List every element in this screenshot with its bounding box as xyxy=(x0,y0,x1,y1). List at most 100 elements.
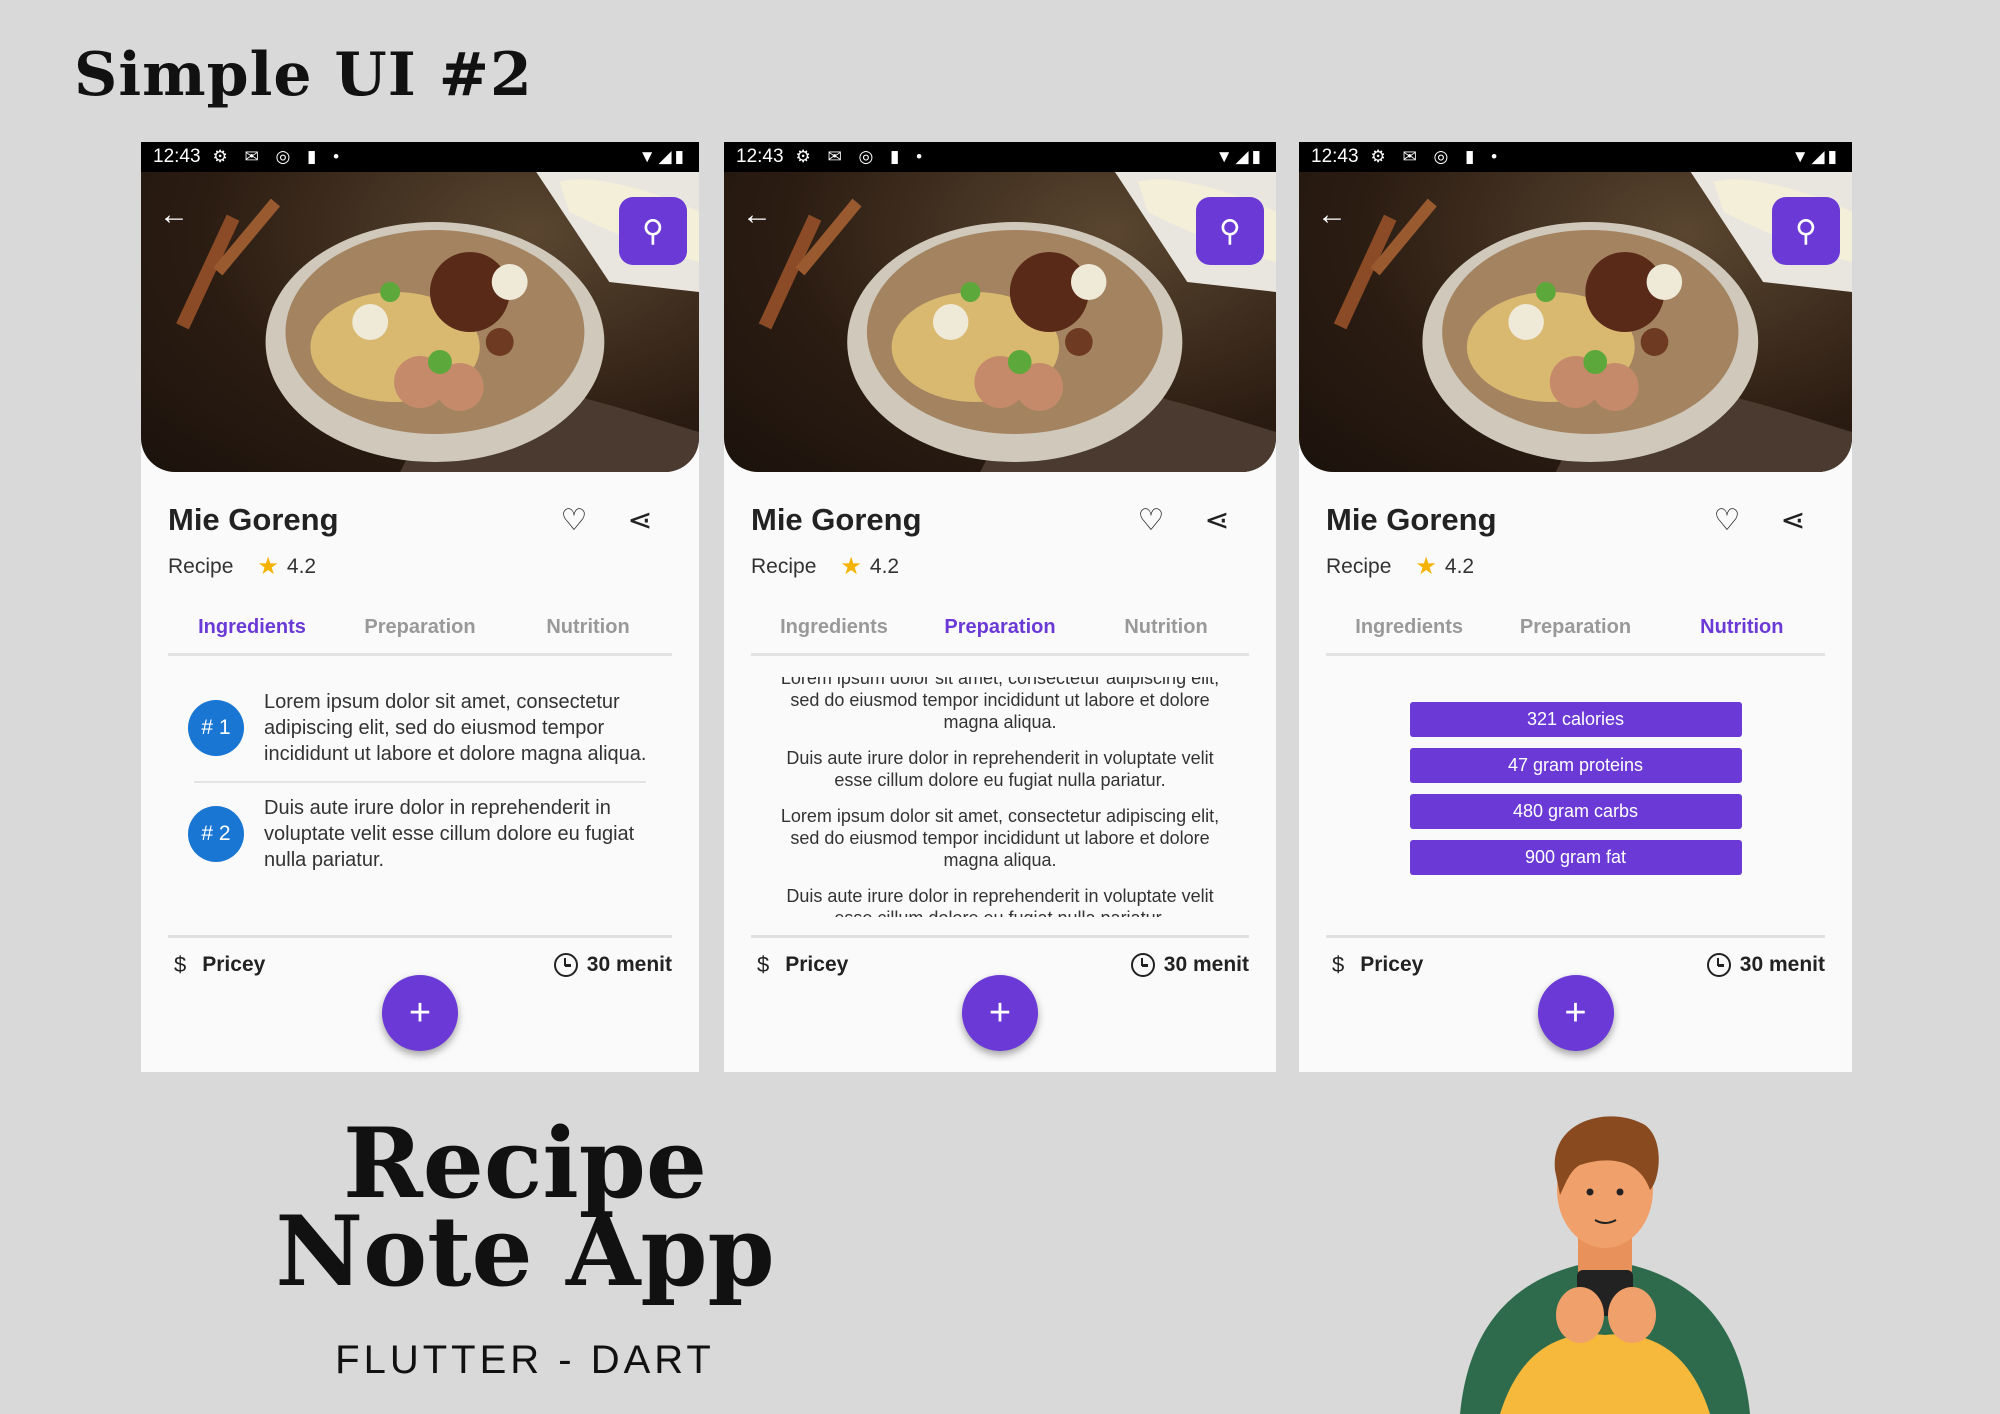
back-arrow-icon[interactable]: ← xyxy=(159,200,189,230)
phone-screen-nutrition: 12:43 ⚙ ✉ ◎ ▮ • ▼◢▮ ← ⚲ Mie Goreng ♡ ⋖ R… xyxy=(1299,142,1852,1072)
plus-icon: + xyxy=(1564,991,1587,1034)
status-bar: 12:43 ⚙ ✉ ◎ ▮ • ▼◢▮ xyxy=(724,142,1276,172)
status-system-icons: ▼◢▮ xyxy=(638,147,687,166)
search-icon: ⚲ xyxy=(1795,214,1817,248)
nutrition-chip: 47 gram proteins xyxy=(1409,748,1742,783)
recipe-rating: 4.2 xyxy=(286,554,317,578)
star-icon: ★ xyxy=(1415,553,1437,580)
app-subtitle: FLUTTER - DART xyxy=(335,1338,715,1382)
recipe-category: Recipe xyxy=(1326,554,1392,578)
ingredient-item: # 2 Duis aute irure dolor in reprehenderi… xyxy=(188,781,646,887)
plus-icon: + xyxy=(988,991,1012,1034)
recipe-header: Mie Goreng ♡ ⋖ xyxy=(168,500,672,540)
app-title: Recipe Note App xyxy=(275,1107,775,1308)
recipe-title: Mie Goreng xyxy=(1326,502,1497,537)
recipe-category: Recipe xyxy=(168,554,234,578)
tab-nutrition[interactable]: Nutrition xyxy=(504,612,672,653)
recipe-title: Mie Goreng xyxy=(751,502,922,537)
recipe-price: Pricey xyxy=(785,953,849,976)
tab-preparation[interactable]: Preparation xyxy=(917,612,1083,653)
recipe-header: Mie Goreng ♡ ⋖ xyxy=(1326,500,1825,540)
status-system-icons: ▼◢▮ xyxy=(1791,147,1840,166)
share-icon[interactable]: ⋖ xyxy=(1777,503,1809,538)
dollar-icon: $ xyxy=(174,952,187,977)
share-icon[interactable]: ⋖ xyxy=(1201,503,1233,538)
search-button[interactable]: ⚲ xyxy=(619,197,687,265)
preparation-step: Lorem ipsum dolor sit amet, consectetur … xyxy=(780,806,1220,870)
recipe-rating: 4.2 xyxy=(1444,554,1475,578)
preparation-list[interactable]: Lorem ipsum dolor sit amet, consectetur … xyxy=(751,677,1249,917)
tab-ingredients[interactable]: Ingredients xyxy=(168,612,336,653)
tab-content: # 1 Lorem ipsum dolor sit amet, consectet… xyxy=(168,677,672,917)
recipe-duration: 30 menit xyxy=(586,953,672,976)
recipe-meta: Recipe ★ 4.2 xyxy=(1326,552,1474,581)
status-notification-icons: ⚙ ✉ ◎ ▮ • xyxy=(212,147,346,166)
status-time: 12:43 xyxy=(1311,146,1359,167)
recipe-title: Mie Goreng xyxy=(168,502,339,537)
heart-icon[interactable]: ♡ xyxy=(1711,503,1743,538)
tab-ingredients[interactable]: Ingredients xyxy=(751,612,917,653)
recipe-meta: Recipe ★ 4.2 xyxy=(168,552,316,581)
divider xyxy=(168,935,672,938)
recipe-hero-image xyxy=(141,172,699,472)
recipe-duration: 30 menit xyxy=(1739,953,1825,976)
dollar-icon: $ xyxy=(1332,952,1345,977)
recipe-duration: 30 menit xyxy=(1163,953,1249,976)
search-button[interactable]: ⚲ xyxy=(1196,197,1264,265)
nutrition-chip: 321 calories xyxy=(1409,702,1742,737)
tab-nutrition[interactable]: Nutrition xyxy=(1659,612,1825,653)
recipe-header: Mie Goreng ♡ ⋖ xyxy=(751,500,1249,540)
tab-preparation[interactable]: Preparation xyxy=(336,612,504,653)
search-button[interactable]: ⚲ xyxy=(1772,197,1840,265)
person-illustration xyxy=(1460,1116,1750,1414)
status-time: 12:43 xyxy=(153,146,201,167)
heart-icon[interactable]: ♡ xyxy=(1135,503,1167,538)
tab-nutrition[interactable]: Nutrition xyxy=(1083,612,1249,653)
tab-bar: Ingredients Preparation Nutrition xyxy=(751,612,1249,656)
clock-icon xyxy=(1130,953,1155,977)
recipe-hero-image xyxy=(724,172,1276,472)
tab-bar: Ingredients Preparation Nutrition xyxy=(168,612,672,656)
ingredient-text: Lorem ipsum dolor sit amet, consectetur … xyxy=(264,691,647,765)
page-heading: Simple UI #2 xyxy=(74,40,533,110)
recipe-hero-image xyxy=(1299,172,1852,472)
status-bar: 12:43 ⚙ ✉ ◎ ▮ • ▼◢▮ xyxy=(141,142,699,172)
recipe-rating: 4.2 xyxy=(869,554,900,578)
divider xyxy=(751,935,1249,938)
heart-icon[interactable]: ♡ xyxy=(558,503,590,538)
status-bar: 12:43 ⚙ ✉ ◎ ▮ • ▼◢▮ xyxy=(1299,142,1852,172)
divider xyxy=(1326,935,1825,938)
star-icon: ★ xyxy=(840,553,862,580)
nutrition-list: 321 calories 47 gram proteins 480 gram car… xyxy=(1326,677,1825,875)
dollar-icon: $ xyxy=(757,952,770,977)
preparation-step: Duis aute irure dolor in reprehenderit i… xyxy=(786,886,1214,917)
recipe-category: Recipe xyxy=(751,554,817,578)
recipe-price: Pricey xyxy=(202,953,266,976)
back-arrow-icon[interactable]: ← xyxy=(742,200,772,230)
recipe-meta: Recipe ★ 4.2 xyxy=(751,552,899,581)
ingredient-item: # 1 Lorem ipsum dolor sit amet, consectet… xyxy=(168,677,672,781)
tab-ingredients[interactable]: Ingredients xyxy=(1326,612,1492,653)
plus-icon: + xyxy=(408,991,432,1034)
status-time: 12:43 xyxy=(736,146,784,167)
search-icon: ⚲ xyxy=(1219,214,1241,248)
nutrition-chip: 480 gram carbs xyxy=(1409,794,1742,829)
tab-bar: Ingredients Preparation Nutrition xyxy=(1326,612,1825,656)
star-icon: ★ xyxy=(257,553,279,580)
share-icon[interactable]: ⋖ xyxy=(624,503,656,538)
tab-preparation[interactable]: Preparation xyxy=(1492,612,1658,653)
preparation-step: Lorem ipsum dolor sit amet, consectetur … xyxy=(780,677,1220,732)
back-arrow-icon[interactable]: ← xyxy=(1317,200,1347,230)
step-number-badge: # 2 xyxy=(188,806,244,862)
add-button[interactable]: + xyxy=(962,975,1038,1051)
status-system-icons: ▼◢▮ xyxy=(1215,147,1264,166)
search-icon: ⚲ xyxy=(642,214,664,248)
clock-icon xyxy=(1706,953,1731,977)
recipe-price: Pricey xyxy=(1360,953,1424,976)
clock-icon xyxy=(553,953,578,977)
ingredient-text: Duis aute irure dolor in reprehenderit i… xyxy=(264,797,635,871)
add-button[interactable]: + xyxy=(1537,975,1614,1051)
add-button[interactable]: + xyxy=(382,975,458,1051)
status-notification-icons: ⚙ ✉ ◎ ▮ • xyxy=(795,147,929,166)
nutrition-chip: 900 gram fat xyxy=(1409,840,1742,875)
